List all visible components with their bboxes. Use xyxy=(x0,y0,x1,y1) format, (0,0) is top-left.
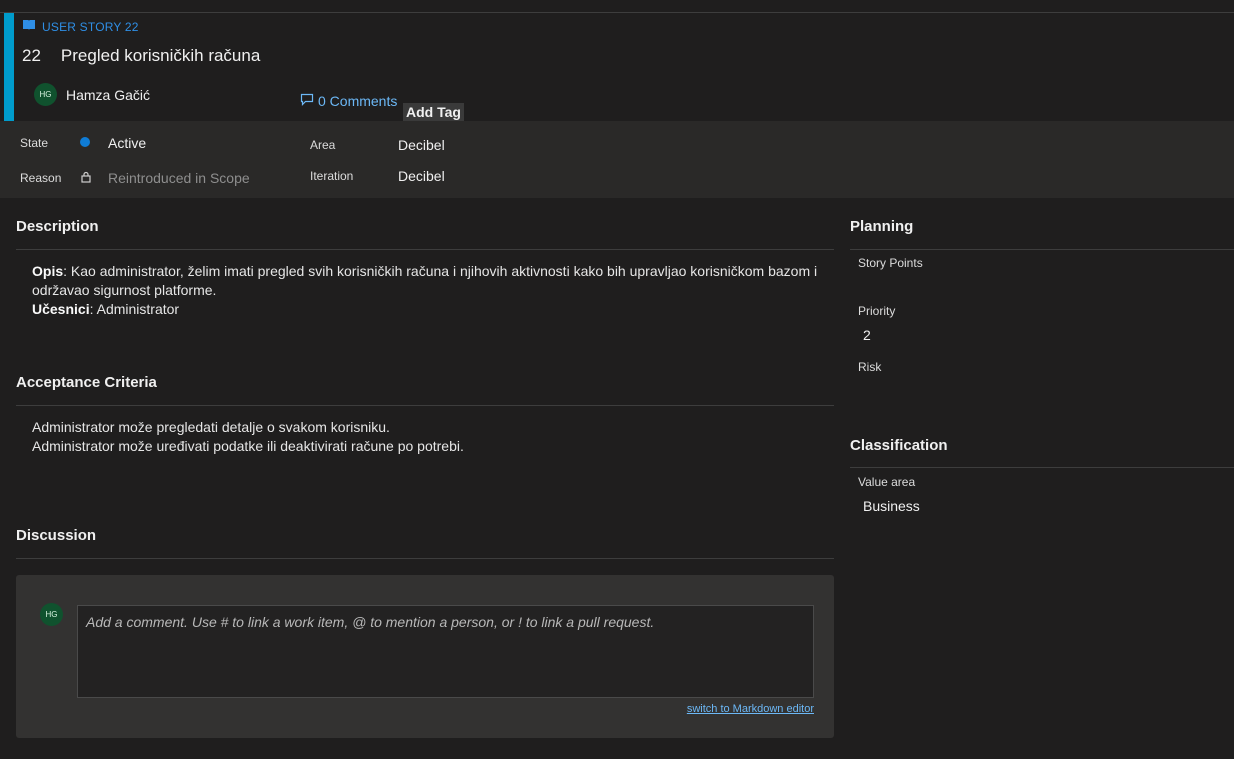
acceptance-divider xyxy=(16,405,834,406)
criteria-line: Administrator može uređivati podatke ili… xyxy=(32,438,464,454)
iteration-value[interactable]: Decibel xyxy=(398,168,445,184)
priority-label: Priority xyxy=(858,304,896,318)
book-icon xyxy=(22,18,36,36)
risk-field[interactable] xyxy=(858,378,1218,400)
planning-divider xyxy=(850,249,1234,250)
work-item-type[interactable]: USER STORY 22 xyxy=(22,18,139,36)
work-item-title-row[interactable]: 22 Pregled korisničkih računa xyxy=(22,46,260,66)
value-area-value[interactable]: Business xyxy=(863,498,920,514)
comments-link[interactable]: 0 Comments xyxy=(300,93,397,109)
add-tag-button[interactable]: Add Tag xyxy=(403,103,464,121)
switch-markdown-editor-link[interactable]: switch to Markdown editor xyxy=(687,703,814,715)
classification-divider xyxy=(850,467,1234,468)
story-points-field[interactable] xyxy=(858,274,1218,296)
assignee-picker[interactable]: HG Hamza Gačić xyxy=(34,83,150,106)
state-value[interactable]: Active xyxy=(108,135,146,151)
opis-text: : Kao administrator, želim imati pregled… xyxy=(32,263,818,298)
discussion-panel: HG switch to Markdown editor xyxy=(16,575,834,738)
reason-label: Reason xyxy=(20,171,62,185)
assignee-name: Hamza Gačić xyxy=(66,86,151,103)
iteration-label: Iteration xyxy=(310,169,354,183)
story-points-label: Story Points xyxy=(858,256,923,270)
work-item-type-label: USER STORY 22 xyxy=(42,20,139,34)
discussion-divider xyxy=(16,558,834,559)
comment-icon xyxy=(300,93,314,109)
work-item-id: 22 xyxy=(22,46,41,65)
work-item-header: USER STORY 22 22 Pregled korisničkih rač… xyxy=(0,13,1234,121)
ucesnici-text: : Administrator xyxy=(89,301,180,317)
opis-label: Opis xyxy=(32,263,64,279)
work-item-fields: State Active Reason Reintroduced in Scop… xyxy=(0,121,1234,198)
discussion-heading[interactable]: Discussion xyxy=(16,527,96,544)
description-divider xyxy=(16,249,834,250)
area-value[interactable]: Decibel xyxy=(398,137,445,153)
criteria-line: Administrator može pregledati detalje o … xyxy=(32,419,390,435)
work-item-type-color-bar xyxy=(4,13,14,121)
state-label: State xyxy=(20,136,49,150)
reason-value: Reintroduced in Scope xyxy=(108,170,250,186)
acceptance-criteria-content[interactable]: Administrator može pregledati detalje o … xyxy=(32,418,832,456)
planning-heading[interactable]: Planning xyxy=(850,218,913,235)
description-content[interactable]: Opis: Kao administrator, želim imati pre… xyxy=(32,262,832,319)
comment-input[interactable] xyxy=(77,605,814,698)
value-area-label: Value area xyxy=(858,475,916,489)
classification-heading[interactable]: Classification xyxy=(850,437,948,454)
work-item-title[interactable]: Pregled korisničkih računa xyxy=(61,46,260,66)
comments-label: 0 Comments xyxy=(318,93,398,109)
description-heading[interactable]: Description xyxy=(16,218,99,235)
avatar: HG xyxy=(34,83,57,106)
lock-icon xyxy=(81,170,91,188)
area-label: Area xyxy=(310,138,336,152)
risk-label: Risk xyxy=(858,360,882,374)
state-indicator-dot xyxy=(80,137,90,147)
ucesnici-label: Učesnici xyxy=(32,301,90,317)
priority-value[interactable]: 2 xyxy=(863,327,871,343)
acceptance-criteria-heading[interactable]: Acceptance Criteria xyxy=(16,374,157,391)
avatar: HG xyxy=(40,603,63,626)
